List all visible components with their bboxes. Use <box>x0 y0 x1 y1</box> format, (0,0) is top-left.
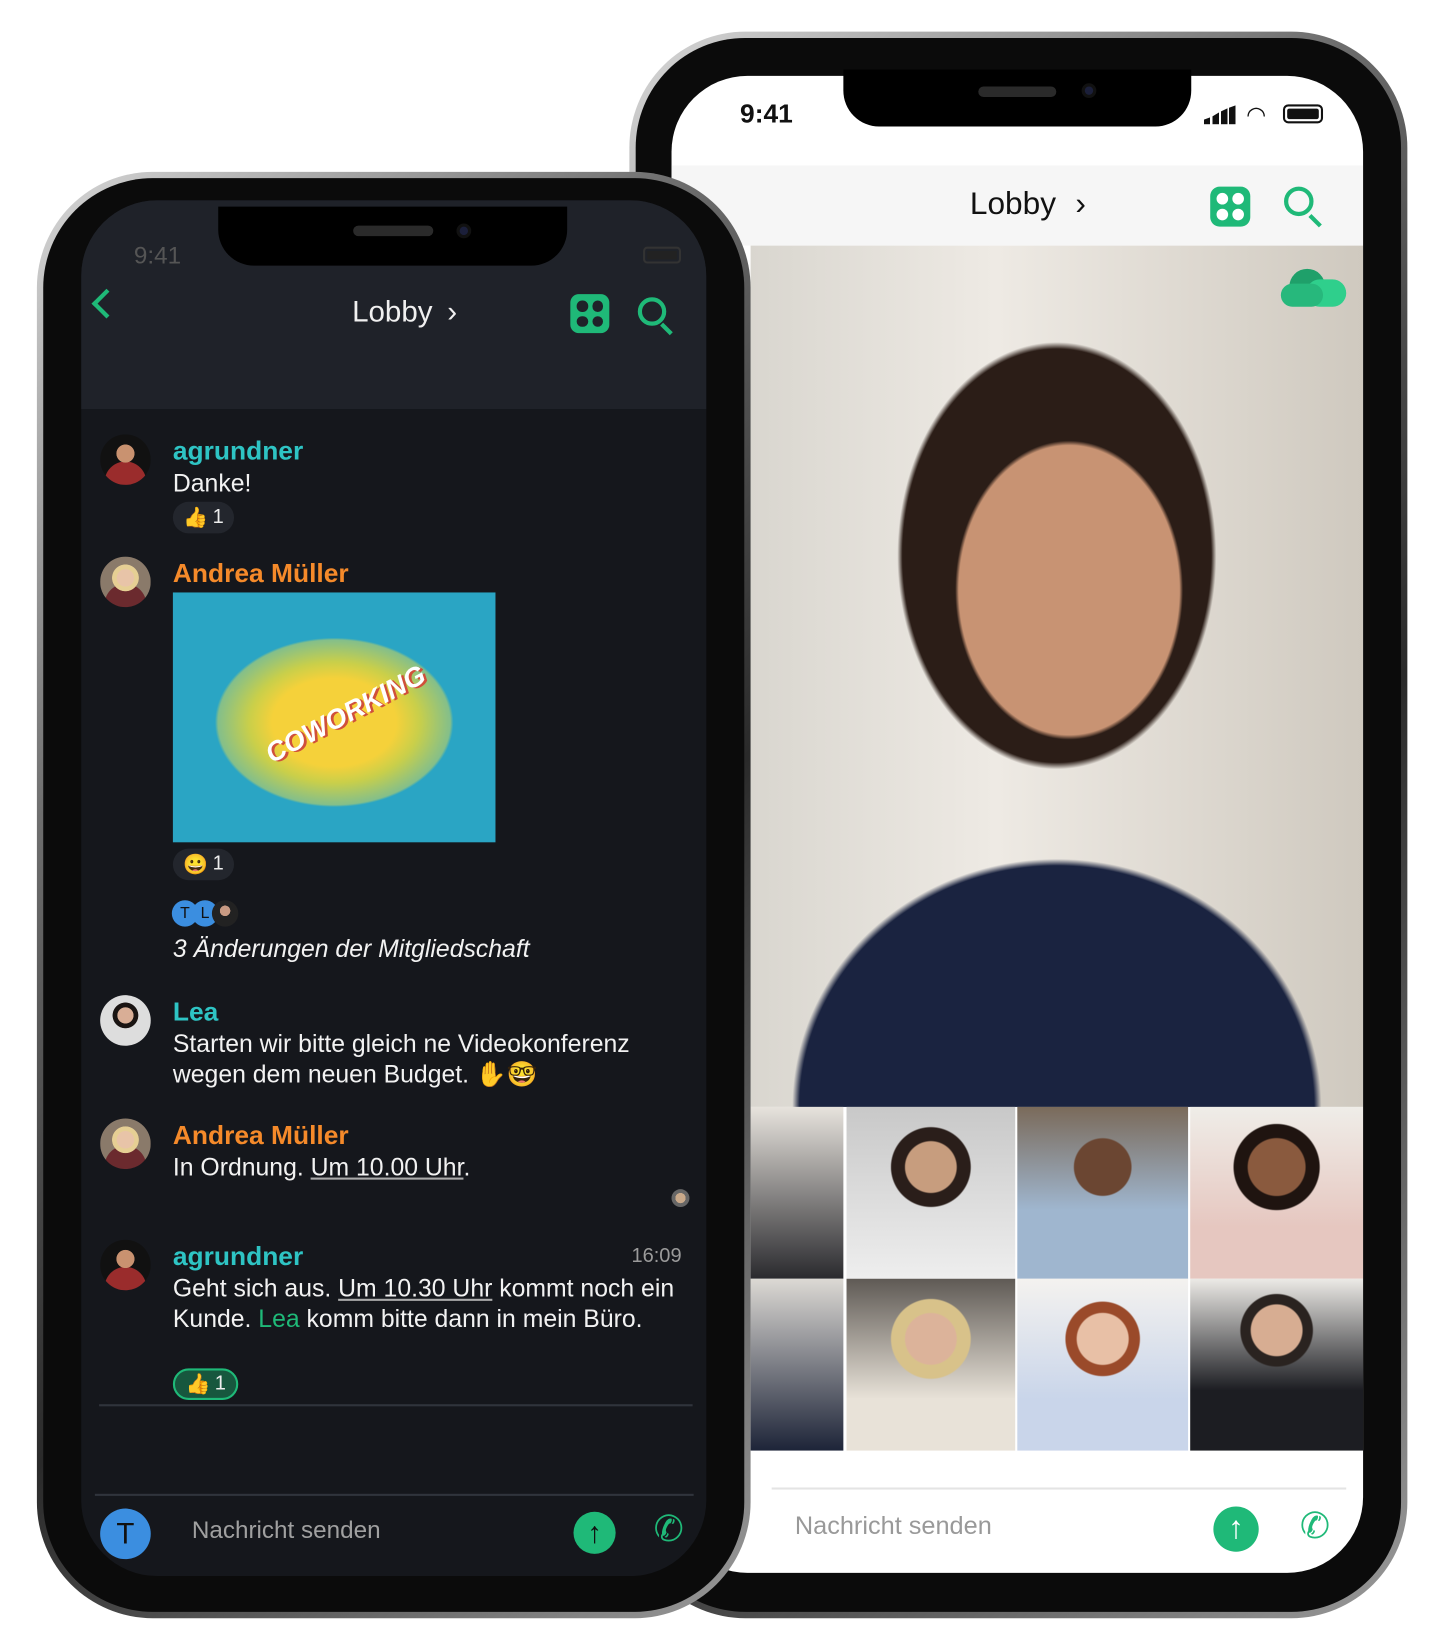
avatar <box>211 900 239 927</box>
signal-icon <box>1203 105 1236 125</box>
message-text: In Ordnung. Um 10.00 Uhr. <box>172 1153 471 1181</box>
chevron-right-icon: › <box>1075 186 1086 222</box>
send-button[interactable]: ↑ <box>573 1511 616 1554</box>
message-input[interactable]: Nachricht senden <box>795 1512 992 1542</box>
front-notch <box>218 206 568 266</box>
sender-name[interactable]: Lea <box>173 997 218 1028</box>
front-phone-screen: 9:41 Lobby › agrundner Danke! 👍 1 Andrea M… <box>81 200 707 1577</box>
call-button[interactable]: ✆ <box>654 1509 684 1551</box>
phone-icon: ✆ <box>653 1509 684 1550</box>
read-receipt-avatar <box>671 1189 690 1208</box>
cloud-icon[interactable] <box>1280 268 1347 309</box>
chevron-right-icon: › <box>447 295 458 328</box>
room-title[interactable]: Lobby › <box>352 295 457 329</box>
call-button[interactable]: ✆ <box>1300 1505 1330 1547</box>
participant-tile[interactable] <box>750 1278 844 1451</box>
message-text: Geht sich aus. Um 10.30 Uhr kommt noch e… <box>172 1274 675 1333</box>
sender-name[interactable]: agrundner <box>173 1242 303 1273</box>
participant-tile[interactable] <box>1017 1106 1189 1279</box>
composer-divider <box>94 1493 694 1496</box>
participant-tile[interactable] <box>1017 1278 1189 1451</box>
reaction-grin[interactable]: 😀 1 <box>172 848 235 881</box>
message-text: Starten wir bitte gleich ne Videokonfere… <box>172 1029 630 1088</box>
participant-tile[interactable] <box>846 1106 1016 1279</box>
grid-icon[interactable] <box>1210 186 1251 227</box>
search-icon[interactable] <box>1284 186 1322 228</box>
coworking-image[interactable]: COWORKING <box>172 592 496 843</box>
avatar <box>100 434 151 485</box>
participant-tile[interactable] <box>1190 1278 1364 1451</box>
search-icon[interactable] <box>637 297 673 336</box>
membership-changes[interactable]: 3 Änderungen der Mitgliedschaft <box>173 934 530 965</box>
composer-divider <box>771 1487 1347 1490</box>
time-link[interactable]: Um 10.30 Uhr <box>338 1275 492 1302</box>
wifi-icon: ◠ <box>1246 101 1267 128</box>
back-phone-screen: 9:41 ◠ Lobby › Nachricht senden ↑ ✆ <box>671 75 1364 1573</box>
grid-icon[interactable] <box>570 294 610 334</box>
membership-avatars[interactable]: T L <box>171 900 246 927</box>
message-time: 16:09 <box>631 1245 682 1268</box>
avatar <box>100 1239 151 1291</box>
sender-name[interactable]: Andrea Müller <box>173 559 349 590</box>
reaction-thumbs-up[interactable]: 👍 1 <box>172 501 235 534</box>
participant-tile[interactable] <box>750 1106 844 1279</box>
divider <box>99 1404 693 1407</box>
send-button[interactable]: ↑ <box>1213 1506 1259 1552</box>
message-text: Danke! <box>172 469 252 497</box>
avatar <box>100 995 151 1046</box>
arrow-up-icon: ↑ <box>587 1515 602 1549</box>
message-input[interactable]: Nachricht senden <box>192 1516 381 1544</box>
battery-icon <box>643 246 682 264</box>
time-link[interactable]: Um 10.00 Uhr <box>311 1153 464 1180</box>
phone-icon: ✆ <box>1299 1506 1330 1547</box>
user-avatar[interactable]: T <box>100 1508 151 1560</box>
avatar <box>100 1118 151 1170</box>
arrow-up-icon: ↑ <box>1228 1510 1244 1546</box>
reaction-thumbs-up-selected[interactable]: 👍 1 <box>172 1368 239 1400</box>
sender-name[interactable]: Andrea Müller <box>173 1121 349 1152</box>
main-video[interactable] <box>750 245 1364 1107</box>
participant-tile[interactable] <box>846 1278 1016 1451</box>
status-time: 9:41 <box>740 99 793 129</box>
image-caption: COWORKING <box>259 658 431 770</box>
mention[interactable]: Lea <box>258 1305 299 1332</box>
status-time: 9:41 <box>133 241 182 269</box>
sender-name[interactable]: agrundner <box>173 436 303 467</box>
room-title[interactable]: Lobby › <box>970 187 1086 223</box>
header: Lobby › <box>671 165 1364 246</box>
battery-icon <box>1282 104 1324 124</box>
back-notch <box>843 69 1192 127</box>
avatar <box>100 556 151 608</box>
participant-tile[interactable] <box>1190 1106 1364 1279</box>
